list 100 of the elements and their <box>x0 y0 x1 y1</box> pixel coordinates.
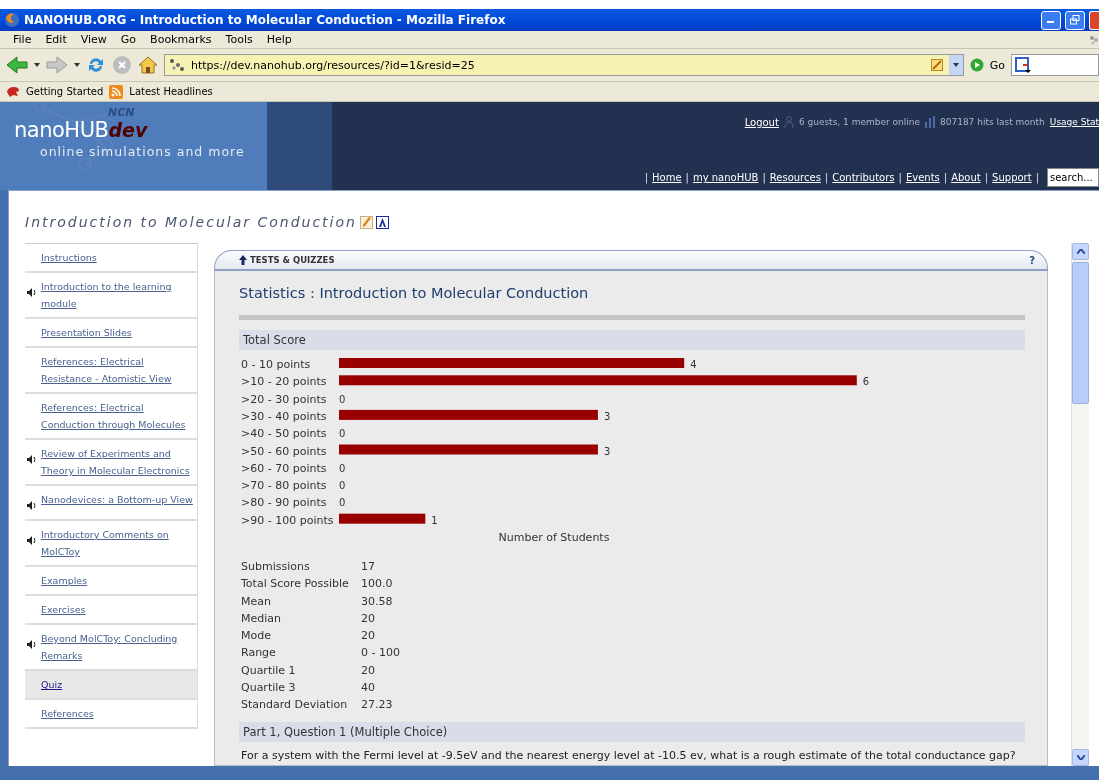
speaker-icon <box>27 536 37 545</box>
logo-name: nanoHUB <box>14 118 109 142</box>
menu-item[interactable]: Help <box>259 33 299 46</box>
nav-separator: | <box>898 172 902 183</box>
menu-item[interactable]: File <box>6 33 39 46</box>
sidebar-link[interactable]: Nanodevices: a Bottom-up View <box>41 491 193 514</box>
nav-link[interactable]: Contributors <box>832 172 895 183</box>
speaker-icon <box>27 640 37 649</box>
question-text: For a system with the Fermi level at -9.5eV and the nearest energy level at -10.5 ev, what is a rough estimate of the total conductance gap? <box>241 748 1017 764</box>
restore-button[interactable] <box>1065 10 1085 30</box>
scroll-down-button[interactable] <box>1072 749 1089 766</box>
sidebar-link[interactable]: Beyond MolCToy: Concluding Remarks <box>41 630 193 664</box>
axis-label: Number of Students <box>498 531 610 544</box>
category-label: >80 - 90 points <box>241 496 327 510</box>
menu-item[interactable]: Go <box>113 33 144 46</box>
sidebar-link[interactable]: Review of Experiments and Theory in Molecular Electronics <box>41 445 193 479</box>
rss-icon <box>109 84 124 99</box>
panel-heading: Statistics : Introduction to Molecular Conduction <box>239 285 590 301</box>
value-label: 6 <box>862 376 870 388</box>
caret-icon <box>74 63 80 67</box>
logout-link[interactable]: Logout <box>744 116 779 128</box>
bookmark-link[interactable]: Getting Started <box>26 86 104 97</box>
scroll-up-button[interactable] <box>1072 243 1089 260</box>
caret-up-icon <box>1076 249 1085 254</box>
sidebar-link[interactable]: Introduction to the learning module <box>41 278 193 312</box>
minimize-button[interactable] <box>1041 10 1061 30</box>
value-label: 3 <box>603 410 611 422</box>
nav-link[interactable]: Home <box>652 172 682 183</box>
nav-separator: | <box>984 172 989 183</box>
sidebar-link[interactable]: Quiz <box>41 676 63 693</box>
stat-label: Quartile 1 <box>241 662 297 678</box>
caret-icon <box>952 63 959 67</box>
category-label: >60 - 70 points <box>241 461 327 475</box>
nav-link[interactable]: my nanoHUB <box>692 172 759 183</box>
nav-link[interactable]: Resources <box>769 172 821 183</box>
feed-icon <box>930 59 943 71</box>
category-label: >10 - 20 points <box>241 375 327 389</box>
stat-label: Total Score Possible <box>241 576 350 592</box>
nav-link[interactable]: About <box>951 172 981 183</box>
stat-value: 20 <box>361 662 376 678</box>
nav-separator: | <box>685 172 689 183</box>
nav-separator: | <box>1035 172 1039 183</box>
search-field[interactable]: search... <box>1047 168 1099 187</box>
sidebar-link[interactable]: Exercises <box>41 601 86 618</box>
category-label: >70 - 80 points <box>241 479 327 493</box>
restore-icon <box>1070 15 1080 25</box>
go-label[interactable]: Go <box>989 58 1005 72</box>
sidebar-link[interactable]: Instructions <box>41 249 97 266</box>
value-label: 0 <box>339 497 346 509</box>
value-label: 0 <box>339 393 346 405</box>
reload-icon[interactable] <box>86 55 106 75</box>
logo-suffix: dev <box>108 119 148 141</box>
stat-value: 100.0 <box>361 576 394 592</box>
stat-label: Standard Deviation <box>241 697 349 713</box>
tagline: online simulations and more <box>40 144 246 159</box>
menu-item[interactable]: Bookmarks <box>143 33 219 46</box>
back-arrow-icon[interactable] <box>6 55 28 75</box>
panel-tab[interactable]: TESTS & QUIZZES ? <box>214 250 1048 271</box>
search-engine-field[interactable] <box>1011 54 1099 76</box>
scrollbar-thumb[interactable] <box>1072 262 1089 404</box>
nav-link[interactable]: Support <box>992 172 1032 183</box>
value-label: 3 <box>603 445 611 457</box>
browser-logo-icon <box>4 12 20 28</box>
sidebar-link[interactable]: References <box>41 705 94 722</box>
nav-separator: | <box>824 172 829 183</box>
nav-separator: | <box>644 172 649 183</box>
sidebar-link[interactable]: References: Electrical Resistance - Atomistic View <box>41 353 193 387</box>
value-label: 0 <box>339 428 346 440</box>
window-title: NANOHUB.ORG - Introduction to Molecular Conduction - Mozilla Firefox <box>24 13 507 27</box>
user-icon <box>783 116 794 128</box>
text-icon[interactable] <box>375 215 389 229</box>
sidebar-link[interactable]: Examples <box>41 572 88 589</box>
category-label: >90 - 100 points <box>241 513 334 527</box>
nav-link[interactable]: Events <box>905 172 940 183</box>
home-icon[interactable] <box>138 55 158 75</box>
menu-item[interactable]: View <box>73 33 114 46</box>
stat-value: 17 <box>361 559 376 574</box>
sidebar-link[interactable]: Presentation Slides <box>41 324 132 341</box>
help-link[interactable]: ? <box>1029 254 1035 266</box>
category-label: >40 - 50 points <box>241 427 327 441</box>
stat-label: Mean <box>241 593 272 609</box>
category-label: >50 - 60 points <box>241 444 327 458</box>
value-label: 1 <box>431 514 438 526</box>
address-field[interactable]: https://dev.nanohub.org/resources/?id=1&resid=25 <box>164 54 964 76</box>
bar-chart-icon <box>925 116 935 128</box>
site-icon <box>169 58 185 72</box>
stat-label: Submissions <box>241 559 311 574</box>
sidebar-link[interactable]: References: Electrical Conduction through Molecules <box>41 399 193 433</box>
menu-item[interactable]: Tools <box>218 33 260 46</box>
section-heading: Total Score <box>239 330 1025 350</box>
go-icon[interactable] <box>969 58 984 72</box>
address-dropdown[interactable] <box>948 55 963 75</box>
usage-stats-link[interactable]: Usage Stat <box>1049 117 1099 127</box>
speaker-icon <box>27 455 37 464</box>
stat-value: 20 <box>361 610 376 626</box>
menu-item[interactable]: Edit <box>38 33 74 46</box>
close-button[interactable] <box>1089 10 1099 30</box>
sidebar-link[interactable]: Introductory Comments on MolCToy <box>41 526 193 560</box>
bookmark-link[interactable]: Latest Headlines <box>129 86 213 97</box>
online-count: 6 guests, 1 member online <box>798 117 920 127</box>
